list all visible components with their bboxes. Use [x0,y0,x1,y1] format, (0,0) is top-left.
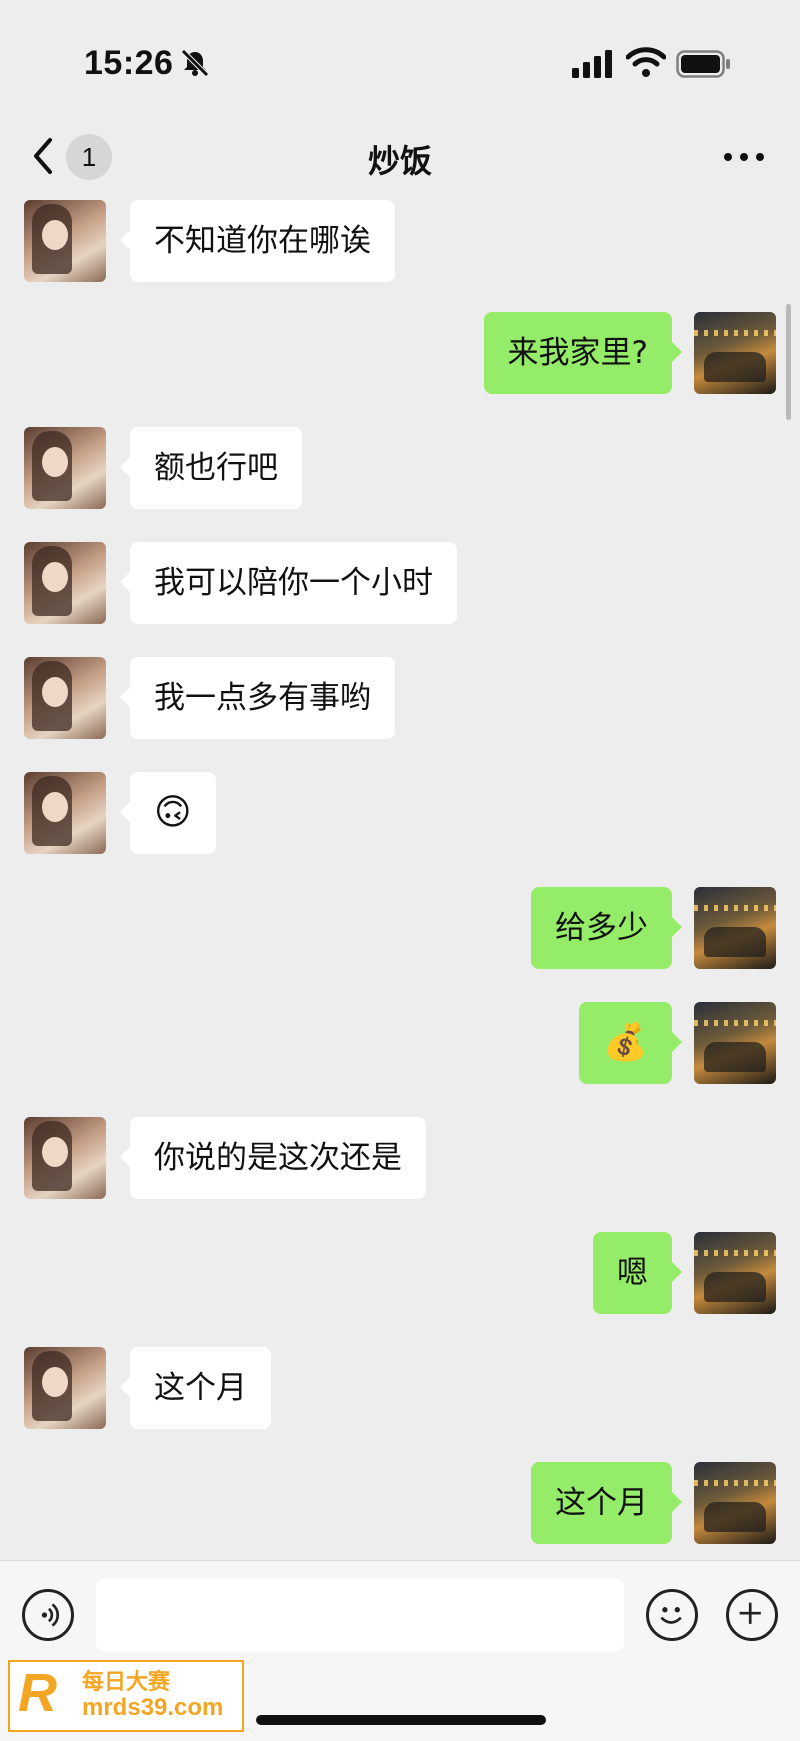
user-avatar[interactable] [694,887,776,969]
message-bubble[interactable]: 给多少 [531,887,682,969]
watermark-name: 每日大赛 [82,1669,171,1695]
message-row-incoming: 不知道你在哪诶 [0,200,800,282]
watermark: R 每日大赛 mrds39.com [8,1660,244,1732]
voice-input-icon[interactable] [22,1589,74,1641]
message-row-outgoing: 嗯 [0,1232,800,1314]
more-actions-plus-icon[interactable] [726,1589,778,1641]
chat-title: 炒饭 [367,142,432,180]
message-row-outgoing: 这个月 [0,1462,800,1544]
watermark-logo-letter: R [18,1663,57,1723]
message-bubble[interactable]: 来我家里? [483,312,683,394]
message-row-incoming: 我可以陪你一个小时 [0,542,800,624]
message-row-incoming: 额也行吧 [0,427,800,509]
message-row-incoming: 我一点多有事哟 [0,657,800,739]
message-row-outgoing: 💰 [0,1002,800,1084]
chat-header: 1 炒饭 [0,120,800,200]
message-bubble[interactable]: 我一点多有事哟 [120,657,395,739]
message-bubble[interactable]: 我可以陪你一个小时 [120,542,457,624]
battery-icon [676,50,730,78]
cellular-signal-icon [572,50,612,78]
message-bubble[interactable]: 这个月 [120,1347,271,1429]
message-list[interactable]: 不知道你在哪诶 来我家里? 额也行吧 我可以陪你一个小时 我一点多有事哟 🙃 给… [0,200,800,1560]
message-row-outgoing: 给多少 [0,887,800,969]
message-input[interactable] [96,1579,624,1651]
contact-avatar[interactable] [24,1117,106,1199]
watermark-logo: R [16,1663,74,1726]
message-bubble[interactable]: 嗯 [593,1232,682,1314]
message-bubble[interactable]: 不知道你在哪诶 [120,200,395,282]
home-indicator[interactable] [256,1715,546,1725]
message-row-incoming: 🙃 [0,772,800,854]
message-bubble[interactable]: 这个月 [531,1462,682,1544]
contact-avatar[interactable] [24,772,106,854]
emoji-picker-icon[interactable] [646,1589,698,1641]
user-avatar[interactable] [694,1462,776,1544]
watermark-url: mrds39.com [82,1693,224,1721]
user-avatar[interactable] [694,1002,776,1084]
emoji-message-bubble[interactable]: 🙃 [120,772,216,854]
message-row-incoming: 你说的是这次还是 [0,1117,800,1199]
contact-avatar[interactable] [24,542,106,624]
user-avatar[interactable] [694,1232,776,1314]
contact-avatar[interactable] [24,657,106,739]
wifi-icon [626,47,666,77]
contact-avatar[interactable] [24,1347,106,1429]
status-time: 15:26 [84,44,174,82]
contact-avatar[interactable] [24,200,106,282]
emoji-message-bubble[interactable]: 💰 [579,1002,682,1084]
more-options-icon[interactable] [722,150,766,164]
message-bubble[interactable]: 额也行吧 [120,427,302,509]
message-bubble[interactable]: 你说的是这次还是 [120,1117,426,1199]
contact-avatar[interactable] [24,427,106,509]
message-row-incoming: 这个月 [0,1347,800,1429]
scrollbar[interactable] [786,304,791,420]
user-avatar[interactable] [694,312,776,394]
bell-muted-icon [181,49,209,77]
status-bar: 15:26 [0,0,800,120]
message-row-outgoing: 来我家里? [0,312,800,394]
